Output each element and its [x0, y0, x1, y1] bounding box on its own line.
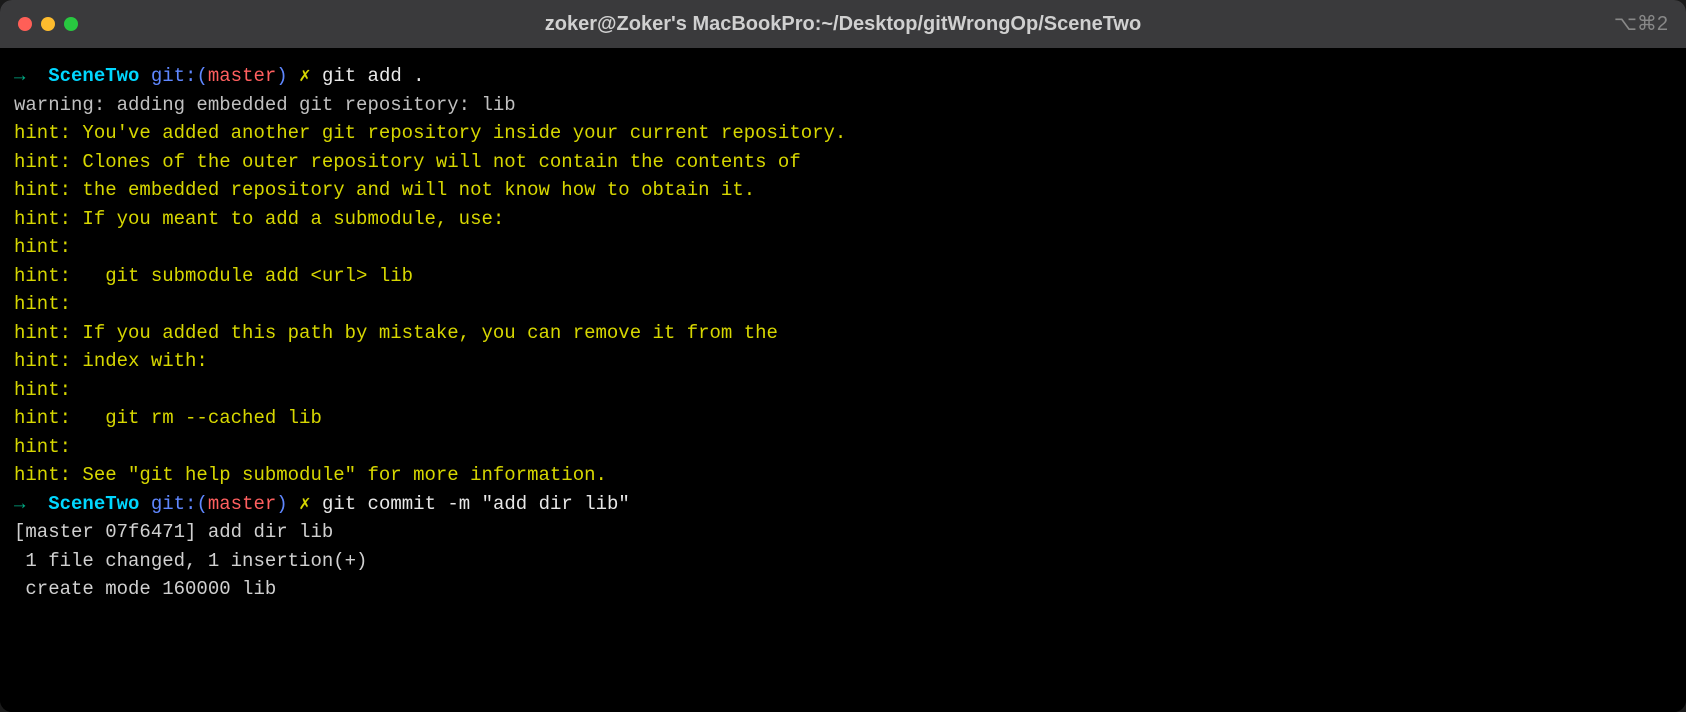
dirty-mark-icon: ✗: [299, 493, 310, 515]
command-2: git commit -m "add dir lib": [322, 493, 630, 515]
prompt-dir: SceneTwo: [48, 493, 139, 515]
hint-line: hint: If you added this path by mistake,…: [14, 319, 1672, 348]
hint-line: hint: If you meant to add a submodule, u…: [14, 205, 1672, 234]
hint-line: hint:: [14, 233, 1672, 262]
terminal-window: zoker@Zoker's MacBookPro:~/Desktop/gitWr…: [0, 0, 1686, 712]
prompt-line-1: → SceneTwo git:(master) ✗ git add .: [14, 62, 1672, 91]
close-icon[interactable]: [18, 17, 32, 31]
prompt-arrow-icon: →: [14, 493, 25, 515]
shortcut-indicator: ⌥⌘2: [1614, 9, 1668, 39]
git-label: git:(: [151, 65, 208, 87]
git-close: ): [276, 65, 287, 87]
window-title: zoker@Zoker's MacBookPro:~/Desktop/gitWr…: [545, 9, 1141, 39]
hint-line: hint: Clones of the outer repository wil…: [14, 148, 1672, 177]
traffic-lights: [18, 17, 78, 31]
hint-line: hint: You've added another git repositor…: [14, 119, 1672, 148]
hint-line: hint: git submodule add <url> lib: [14, 262, 1672, 291]
hint-line: hint:: [14, 433, 1672, 462]
prompt-arrow-icon: →: [14, 65, 25, 87]
git-branch: master: [208, 493, 276, 515]
hint-line: hint:: [14, 290, 1672, 319]
git-branch: master: [208, 65, 276, 87]
prompt-dir: SceneTwo: [48, 65, 139, 87]
commit-output: [master 07f6471] add dir lib: [14, 518, 1672, 547]
commit-output: 1 file changed, 1 insertion(+): [14, 547, 1672, 576]
command-1: git add .: [322, 65, 425, 87]
git-label: git:(: [151, 493, 208, 515]
hint-line: hint:: [14, 376, 1672, 405]
hint-line: hint: the embedded repository and will n…: [14, 176, 1672, 205]
dirty-mark-icon: ✗: [299, 65, 310, 87]
hint-line: hint: index with:: [14, 347, 1672, 376]
git-close: ): [276, 493, 287, 515]
warning-line: warning: adding embedded git repository:…: [14, 91, 1672, 120]
hint-line: hint: git rm --cached lib: [14, 404, 1672, 433]
hint-line: hint: See "git help submodule" for more …: [14, 461, 1672, 490]
minimize-icon[interactable]: [41, 17, 55, 31]
terminal-body[interactable]: → SceneTwo git:(master) ✗ git add . warn…: [0, 48, 1686, 712]
prompt-line-2: → SceneTwo git:(master) ✗ git commit -m …: [14, 490, 1672, 519]
maximize-icon[interactable]: [64, 17, 78, 31]
commit-output: create mode 160000 lib: [14, 575, 1672, 604]
window-titlebar[interactable]: zoker@Zoker's MacBookPro:~/Desktop/gitWr…: [0, 0, 1686, 48]
